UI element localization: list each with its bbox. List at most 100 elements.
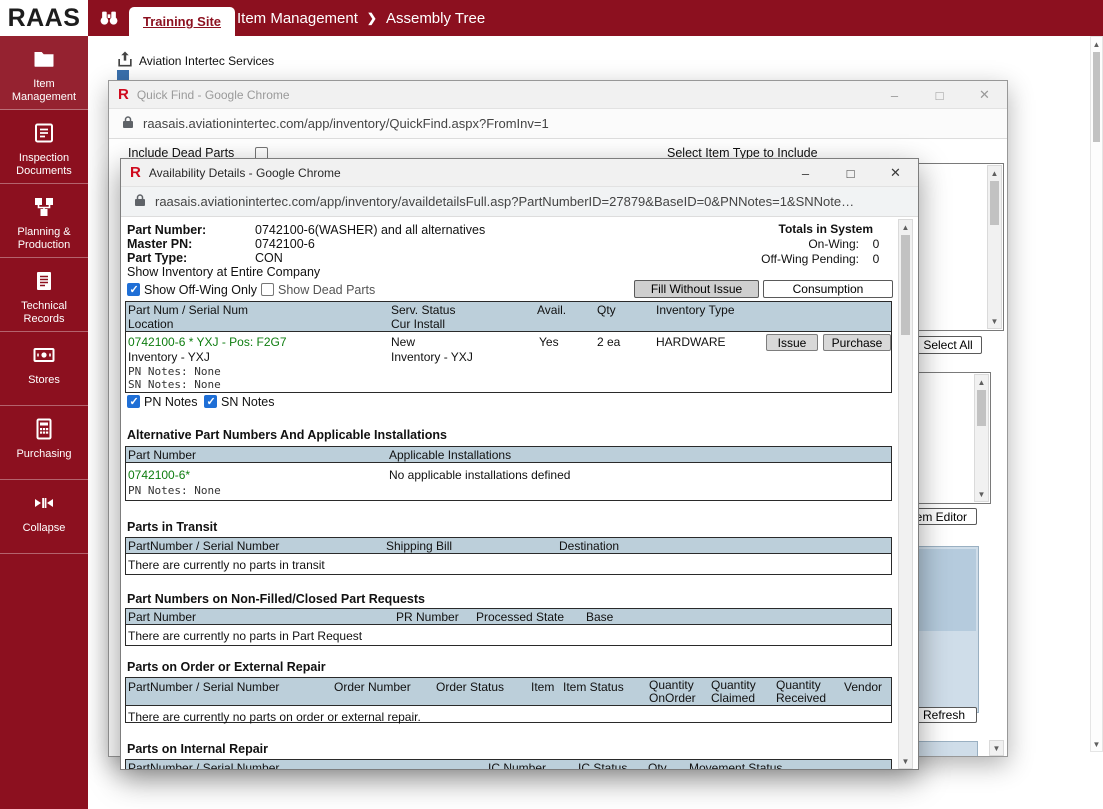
sn-notes-checkbox[interactable] — [204, 395, 217, 408]
scrollbar-thumb[interactable] — [901, 235, 910, 335]
lock-icon[interactable] — [134, 193, 146, 210]
sidebar-item-planning-production[interactable]: Planning & Production — [0, 184, 88, 258]
totals-title: Totals in System — [721, 222, 893, 237]
listbox-scrollbar[interactable]: ▲ ▼ — [974, 374, 989, 502]
document-stack-icon — [32, 121, 56, 148]
alt-pn-notes-cell: PN Notes: None — [128, 484, 221, 497]
minimize-icon[interactable]: – — [783, 159, 828, 187]
page-scrollbar[interactable]: ▲ ▼ — [1090, 36, 1103, 752]
col-header: Shipping Bill — [386, 539, 452, 553]
sidebar-item-label: Inspection Documents — [0, 152, 88, 178]
pn-notes-checkbox[interactable] — [127, 395, 140, 408]
col-header: Location — [128, 317, 173, 331]
sidebar-item-inspection-documents[interactable]: Inspection Documents — [0, 110, 88, 184]
part-serial-link[interactable]: 0742100-6 * YXJ - Pos: F2G7 — [128, 335, 287, 349]
scroll-down-icon[interactable]: ▼ — [988, 314, 1001, 328]
transit-table: PartNumber / Serial Number Shipping Bill… — [125, 537, 892, 575]
raas-logo: RAAS — [0, 0, 88, 36]
on-wing-label: On-Wing: — [808, 237, 859, 252]
sidebar-item-label: Purchasing — [14, 448, 73, 461]
totals-in-system: Totals in System On-Wing:0 Off-Wing Pend… — [721, 222, 893, 267]
alt-part-link[interactable]: 0742100-6* — [128, 468, 190, 482]
off-wing-label: Off-Wing Pending: — [761, 252, 859, 267]
col-header: Part Num / Serial Num — [128, 303, 248, 317]
col-header: PartNumber / Serial Number — [128, 539, 279, 553]
scroll-down-icon[interactable]: ▼ — [975, 487, 988, 501]
show-off-wing-checkbox[interactable] — [127, 283, 140, 296]
refresh-button[interactable]: Refresh — [911, 707, 977, 723]
section-title-alternatives: Alternative Part Numbers And Applicable … — [127, 428, 447, 442]
sidebar-item-item-management[interactable]: Item Management — [0, 36, 88, 110]
sidebar-item-label: Item Management — [0, 78, 88, 104]
empty-row-message: There are currently no parts in transit — [128, 558, 325, 572]
empty-row-message: There are currently no parts on order or… — [128, 710, 421, 724]
raas-favicon: R — [118, 86, 129, 103]
scroll-down-icon[interactable]: ▼ — [990, 741, 1003, 755]
close-icon[interactable]: ✕ — [962, 81, 1007, 109]
show-dead-parts-checkbox[interactable] — [261, 283, 274, 296]
quickfind-titlebar[interactable]: R Quick Find - Google Chrome – □ ✕ — [109, 81, 1007, 109]
qty-cell: 2 ea — [597, 335, 620, 349]
col-header: Applicable Installations — [389, 448, 511, 462]
cur-install-cell: Inventory - YXJ — [391, 350, 473, 364]
col-header: Order Number — [334, 680, 411, 694]
binoculars-icon[interactable] — [98, 7, 120, 32]
export-icon[interactable] — [115, 49, 135, 72]
sidebar-item-label: Collapse — [21, 522, 68, 535]
scroll-up-icon[interactable]: ▲ — [975, 375, 988, 389]
scroll-up-icon[interactable]: ▲ — [988, 166, 1001, 180]
part-request-table: Part Number PR Number Processed State Ba… — [125, 608, 892, 646]
scroll-down-icon[interactable]: ▼ — [1091, 737, 1102, 751]
purchase-button[interactable]: Purchase — [823, 334, 891, 351]
col-header: Quantity OnOrder — [649, 679, 704, 705]
scrollbar-thumb[interactable] — [1093, 52, 1100, 142]
lock-icon[interactable] — [122, 115, 134, 132]
minimize-icon[interactable]: – — [872, 81, 917, 109]
scrollbar-thumb[interactable] — [977, 390, 986, 426]
scroll-down-icon[interactable]: ▼ — [899, 754, 912, 768]
col-header: PR Number — [396, 610, 459, 624]
inventory-scope-note: Show Inventory at Entire Company — [127, 265, 320, 279]
breadcrumb-section[interactable]: Item Management — [237, 10, 358, 27]
breadcrumb-page[interactable]: Assembly Tree — [386, 10, 485, 27]
sidebar-item-label: Technical Records — [0, 300, 88, 326]
sidebar-item-stores[interactable]: Stores — [0, 332, 88, 406]
issue-button[interactable]: Issue — [766, 334, 818, 351]
on-wing-value: 0 — [859, 237, 893, 252]
scroll-up-icon[interactable]: ▲ — [899, 220, 912, 234]
maximize-icon[interactable]: □ — [917, 81, 962, 109]
scroll-up-icon[interactable]: ▲ — [1091, 37, 1102, 51]
col-header: Quantity Received — [776, 679, 834, 705]
availability-scrollbar[interactable]: ▲ ▼ — [898, 219, 913, 769]
alt-parts-table: Part Number Applicable Installations 074… — [125, 446, 892, 501]
availability-titlebar[interactable]: R Availability Details - Google Chrome –… — [121, 159, 918, 187]
scrollbar-thumb[interactable] — [990, 181, 999, 225]
availability-window: R Availability Details - Google Chrome –… — [120, 158, 919, 770]
window-title: Quick Find - Google Chrome — [137, 88, 290, 102]
sidebar-item-collapse[interactable]: Collapse — [0, 480, 88, 554]
scrollbar-stub[interactable]: ▼ — [989, 740, 1004, 756]
quickfind-urlbar: raasais.aviationintertec.com/app/invento… — [109, 109, 1007, 139]
address-url[interactable]: raasais.aviationintertec.com/app/invento… — [155, 194, 854, 209]
company-header: Aviation Intertec Services — [115, 49, 274, 72]
col-header: Qty — [597, 303, 616, 317]
app-header: RAAS Training Site Item Management ❯ Ass… — [0, 0, 1103, 36]
col-header: PartNumber / Serial Number — [128, 680, 279, 694]
maximize-icon[interactable]: □ — [828, 159, 873, 187]
alt-installs-cell: No applicable installations defined — [389, 468, 570, 482]
sidebar-item-purchasing[interactable]: Purchasing — [0, 406, 88, 480]
consumption-button[interactable]: Consumption — [763, 280, 893, 298]
col-header: Inventory Type — [656, 303, 735, 317]
address-url[interactable]: raasais.aviationintertec.com/app/invento… — [143, 116, 549, 131]
avail-cell: Yes — [539, 335, 559, 349]
select-all-button[interactable]: Select All — [914, 336, 982, 354]
close-icon[interactable]: ✕ — [873, 159, 918, 187]
section-title-transit: Parts in Transit — [127, 520, 217, 534]
app-sidebar: Item Management Inspection Documents Pla… — [0, 36, 88, 809]
tab-training-site[interactable]: Training Site — [129, 7, 235, 36]
col-header: Item Status — [563, 680, 624, 694]
col-header: Processed State — [476, 610, 564, 624]
sidebar-item-technical-records[interactable]: Technical Records — [0, 258, 88, 332]
fill-without-issue-button[interactable]: Fill Without Issue — [634, 280, 759, 298]
listbox-scrollbar[interactable]: ▲ ▼ — [987, 165, 1002, 329]
